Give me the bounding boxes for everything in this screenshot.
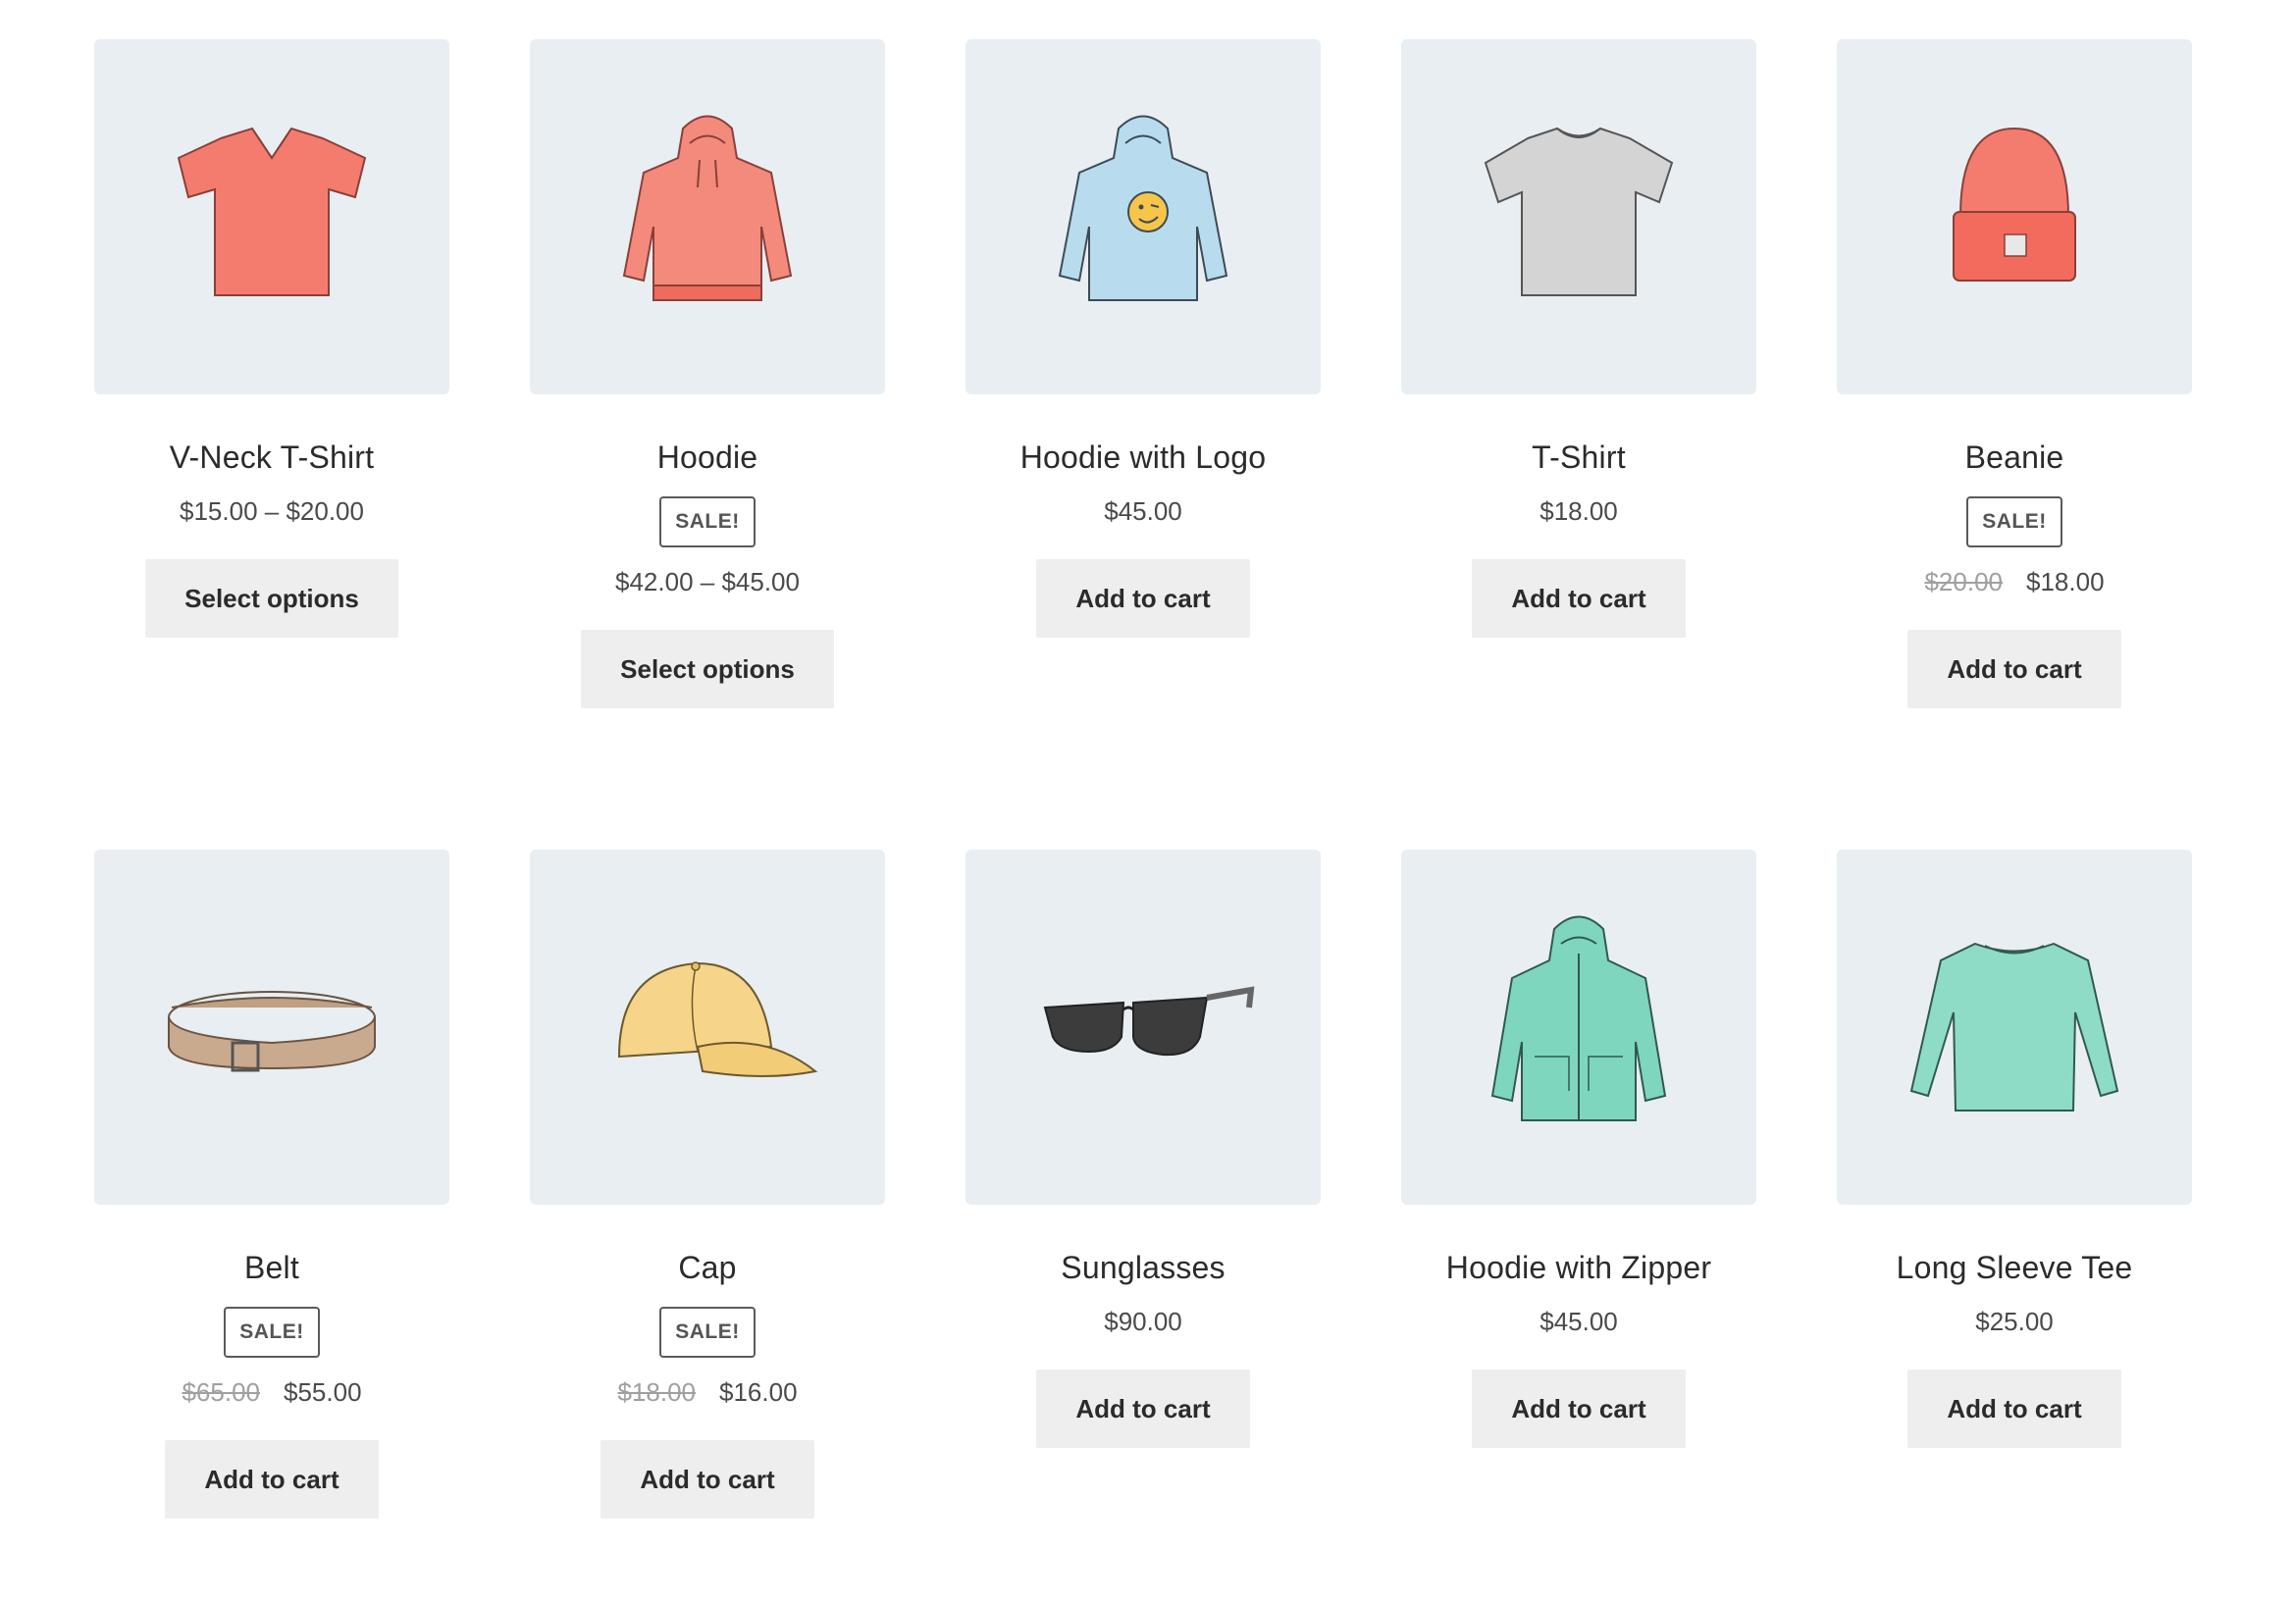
- add-to-cart-button[interactable]: Add to cart: [1472, 559, 1686, 638]
- product-card-belt: Belt SALE! $65.00 $55.00 Add to cart: [94, 850, 449, 1603]
- tshirt-icon: [1484, 127, 1674, 296]
- current-price: $18.00: [2026, 567, 2105, 596]
- sale-badge: SALE!: [224, 1307, 320, 1358]
- product-image-link[interactable]: [94, 39, 449, 394]
- product-title[interactable]: Hoodie: [657, 438, 758, 477]
- product-title[interactable]: Beanie: [1965, 438, 2064, 477]
- product-card-hoodie: Hoodie SALE! $42.00 – $45.00 Select opti…: [530, 39, 885, 850]
- current-price: $15.00 – $20.00: [180, 496, 364, 526]
- product-image-link[interactable]: [1401, 850, 1756, 1205]
- product-card-long-sleeve-tee: Long Sleeve Tee $25.00 Add to cart: [1837, 850, 2192, 1603]
- sale-badge: SALE!: [659, 496, 756, 547]
- product-card-sunglasses: Sunglasses $90.00 Add to cart: [965, 850, 1321, 1603]
- current-price: $90.00: [1104, 1307, 1182, 1336]
- sunglasses-icon: [1043, 986, 1255, 1057]
- hoodie-logo-icon: [1058, 115, 1228, 301]
- product-card-beanie: Beanie SALE! $20.00 $18.00 Add to cart: [1837, 39, 2192, 850]
- cap-icon: [617, 961, 818, 1077]
- product-title[interactable]: Hoodie with Logo: [1020, 438, 1266, 477]
- product-image-link[interactable]: [1837, 850, 2192, 1205]
- product-image-link[interactable]: [530, 39, 885, 394]
- add-to-cart-button[interactable]: Add to cart: [1907, 630, 2121, 708]
- product-price: $18.00: [1539, 494, 1618, 528]
- product-title[interactable]: Sunglasses: [1061, 1248, 1225, 1287]
- current-price: $55.00: [284, 1377, 362, 1407]
- product-price: $42.00 – $45.00: [615, 565, 800, 598]
- current-price: $16.00: [719, 1377, 798, 1407]
- current-price: $25.00: [1975, 1307, 2054, 1336]
- product-title[interactable]: Hoodie with Zipper: [1446, 1248, 1711, 1287]
- product-card-vneck-tshirt: V-Neck T-Shirt $15.00 – $20.00 Select op…: [94, 39, 449, 850]
- original-price: $20.00: [1924, 567, 2003, 596]
- add-to-cart-button[interactable]: Add to cart: [600, 1440, 814, 1519]
- product-price: $65.00 $55.00: [182, 1375, 361, 1409]
- product-image-link[interactable]: [530, 850, 885, 1205]
- product-title[interactable]: T-Shirt: [1532, 438, 1626, 477]
- select-options-button[interactable]: Select options: [145, 559, 398, 638]
- current-price: $42.00 – $45.00: [615, 567, 800, 596]
- product-grid: V-Neck T-Shirt $15.00 – $20.00 Select op…: [94, 39, 2202, 1603]
- product-title[interactable]: V-Neck T-Shirt: [170, 438, 375, 477]
- add-to-cart-button[interactable]: Add to cart: [1472, 1370, 1686, 1448]
- product-title[interactable]: Cap: [678, 1248, 736, 1287]
- product-card-hoodie-with-logo: Hoodie with Logo $45.00 Add to cart: [965, 39, 1321, 850]
- product-title[interactable]: Long Sleeve Tee: [1897, 1248, 2133, 1287]
- product-price: $25.00: [1975, 1305, 2054, 1338]
- product-price: $45.00: [1539, 1305, 1618, 1338]
- product-price: $90.00: [1104, 1305, 1182, 1338]
- product-price: $20.00 $18.00: [1924, 565, 2104, 598]
- product-image-link[interactable]: [94, 850, 449, 1205]
- product-card-tshirt: T-Shirt $18.00 Add to cart: [1401, 39, 1756, 850]
- product-price: $45.00: [1104, 494, 1182, 528]
- product-image-link[interactable]: [965, 850, 1321, 1205]
- vneck-tshirt-icon: [177, 127, 367, 296]
- hoodie-zipper-icon: [1490, 915, 1667, 1121]
- belt-icon: [168, 991, 376, 1072]
- product-title[interactable]: Belt: [244, 1248, 299, 1287]
- original-price: $65.00: [182, 1377, 260, 1407]
- sale-badge: SALE!: [1966, 496, 2062, 547]
- hoodie-icon: [622, 115, 793, 301]
- product-card-cap: Cap SALE! $18.00 $16.00 Add to cart: [530, 850, 885, 1603]
- sale-badge: SALE!: [659, 1307, 756, 1358]
- product-price: $18.00 $16.00: [617, 1375, 797, 1409]
- product-card-hoodie-with-zipper: Hoodie with Zipper $45.00 Add to cart: [1401, 850, 1756, 1603]
- product-image-link[interactable]: [965, 39, 1321, 394]
- product-price: $15.00 – $20.00: [180, 494, 364, 528]
- add-to-cart-button[interactable]: Add to cart: [1036, 1370, 1250, 1448]
- add-to-cart-button[interactable]: Add to cart: [1036, 559, 1250, 638]
- current-price: $45.00: [1539, 1307, 1618, 1336]
- product-image-link[interactable]: [1837, 39, 2192, 394]
- product-image-link[interactable]: [1401, 39, 1756, 394]
- beanie-icon: [1953, 127, 2076, 282]
- current-price: $45.00: [1104, 496, 1182, 526]
- add-to-cart-button[interactable]: Add to cart: [1907, 1370, 2121, 1448]
- original-price: $18.00: [617, 1377, 696, 1407]
- add-to-cart-button[interactable]: Add to cart: [165, 1440, 379, 1519]
- long-sleeve-tee-icon: [1909, 942, 2119, 1112]
- select-options-button[interactable]: Select options: [581, 630, 834, 708]
- current-price: $18.00: [1539, 496, 1618, 526]
